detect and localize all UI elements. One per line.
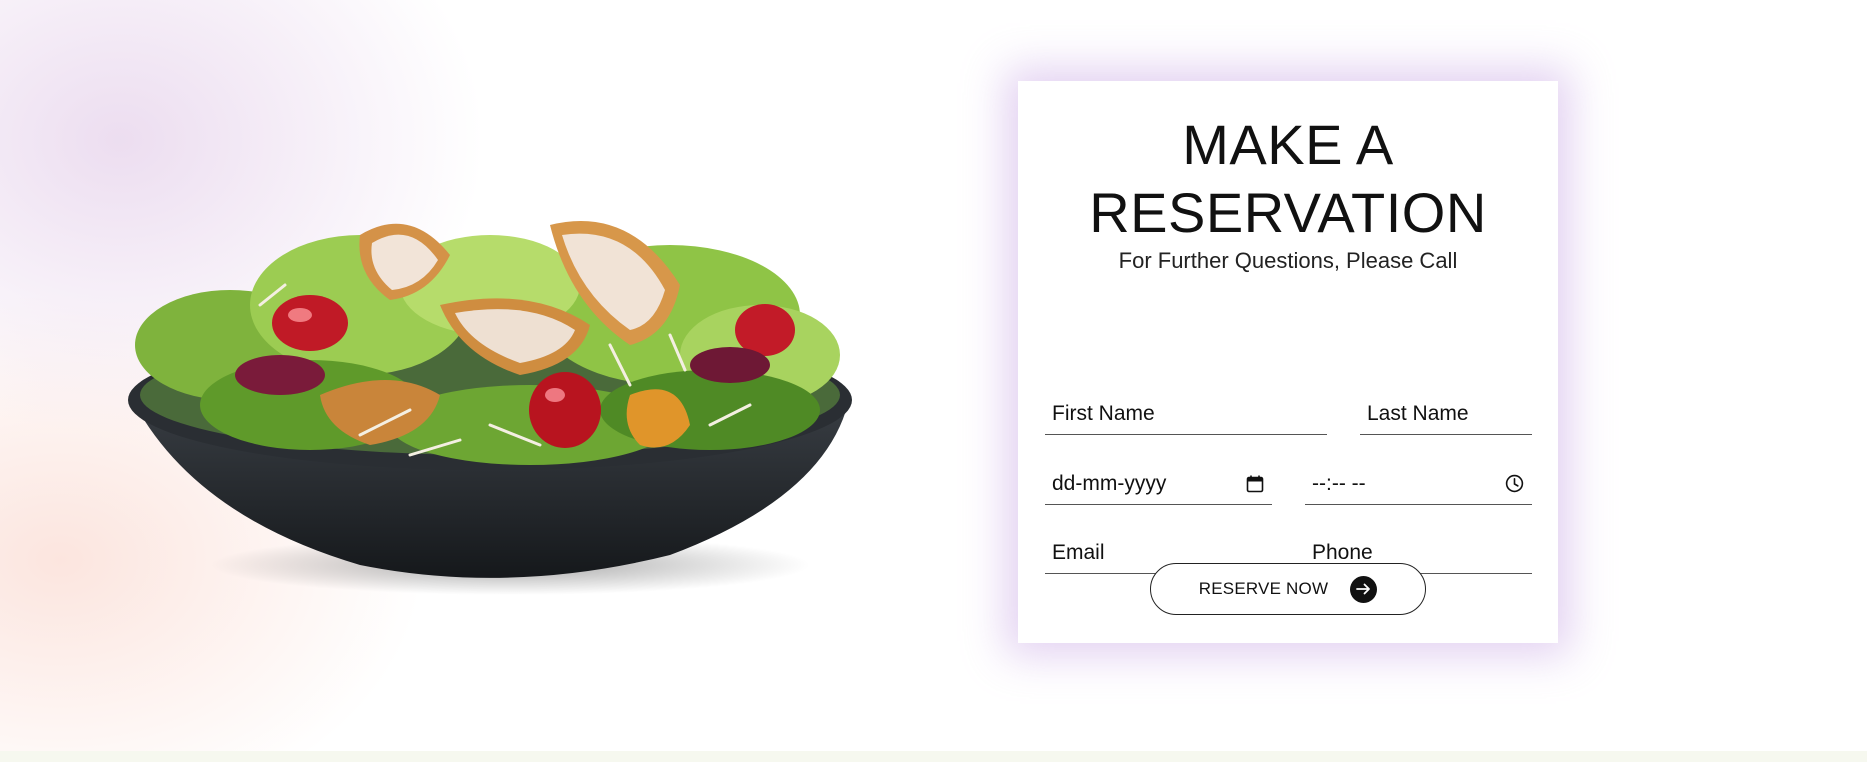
calendar-icon[interactable] — [1246, 475, 1264, 493]
first-name-field[interactable]: First Name — [1045, 397, 1327, 435]
reservation-card: MAKE A RESERVATION For Further Questions… — [1018, 81, 1558, 643]
clock-icon[interactable] — [1505, 474, 1524, 493]
phone-placeholder: Phone — [1312, 540, 1373, 564]
last-name-placeholder: Last Name — [1367, 401, 1469, 425]
salad-bowl-image — [128, 221, 852, 595]
reserve-now-label: RESERVE NOW — [1198, 579, 1329, 598]
last-name-field[interactable]: Last Name — [1360, 397, 1532, 435]
page-title: MAKE A RESERVATION — [1018, 111, 1558, 247]
date-placeholder: dd-mm-yyyy — [1052, 471, 1167, 495]
date-field[interactable]: dd-mm-yyyy — [1045, 467, 1272, 505]
time-placeholder: --:-- -- — [1312, 471, 1366, 495]
email-placeholder: Email — [1052, 540, 1105, 564]
reserve-now-button[interactable]: RESERVE NOW — [1150, 563, 1426, 615]
first-name-placeholder: First Name — [1052, 401, 1155, 425]
arrow-right-icon — [1350, 575, 1378, 603]
footer-strip — [0, 751, 1867, 762]
time-field[interactable]: --:-- -- — [1305, 467, 1532, 505]
subtitle: For Further Questions, Please Call — [1118, 248, 1458, 273]
title-line-1: MAKE A — [1182, 113, 1394, 176]
title-line-2: RESERVATION — [1089, 181, 1487, 244]
